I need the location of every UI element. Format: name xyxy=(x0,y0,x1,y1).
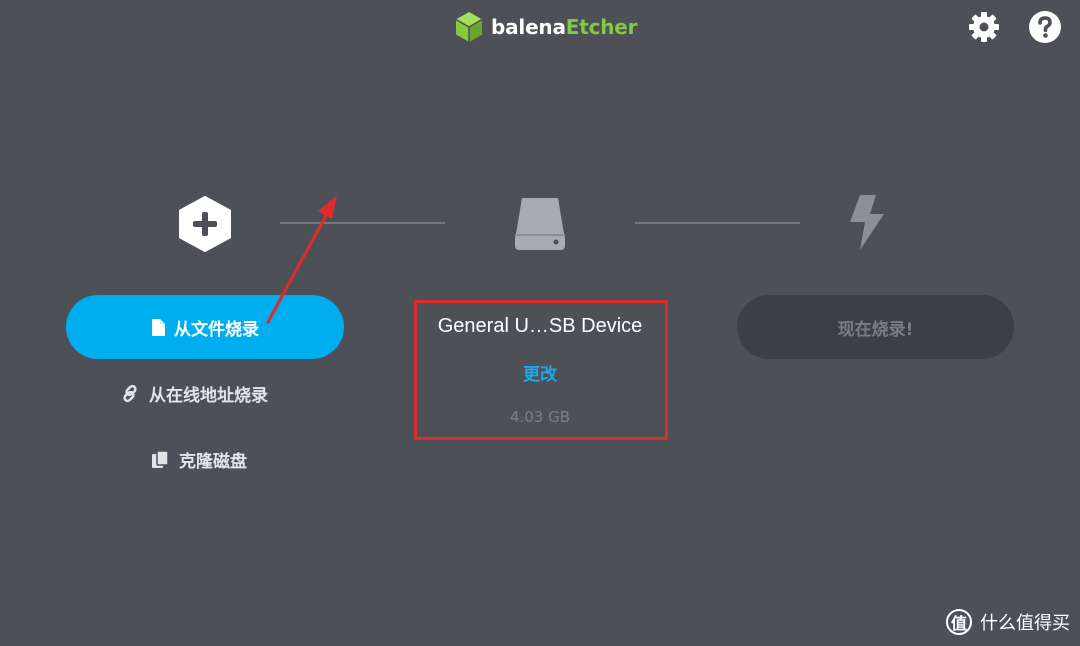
watermark-text: 什么值得买 xyxy=(980,613,1070,634)
clone-drive-button[interactable]: 克隆磁盘 xyxy=(151,447,247,472)
select-drive-step-icon xyxy=(512,194,568,252)
selected-device-name: General U…SB Device xyxy=(437,315,643,337)
clone-drive-label: 克隆磁盘 xyxy=(179,452,247,472)
lightning-icon xyxy=(850,195,884,250)
help-button[interactable] xyxy=(1027,9,1063,45)
flash-from-url-label: 从在线地址烧录 xyxy=(149,386,268,406)
question-icon xyxy=(1029,11,1061,43)
link-icon xyxy=(121,384,140,403)
watermark-badge: 值 xyxy=(946,609,972,635)
change-device-link[interactable]: 更改 xyxy=(420,360,660,385)
flash-step-icon xyxy=(846,192,886,252)
flash-from-url-button[interactable]: 从在线地址烧录 xyxy=(121,381,268,406)
step-connector xyxy=(635,222,800,224)
drive-icon xyxy=(515,198,565,250)
select-image-step-icon[interactable] xyxy=(178,196,232,252)
app-title: balenaEtcher xyxy=(491,15,638,39)
flash-from-file-label: 从文件烧录 xyxy=(174,319,259,340)
balena-cube-icon xyxy=(455,12,483,42)
brand-suffix: Etcher xyxy=(565,15,638,39)
plus-hexagon-icon xyxy=(179,196,231,252)
step-connector xyxy=(280,222,445,224)
gear-icon xyxy=(969,12,999,42)
brand-prefix: balena xyxy=(491,15,566,39)
flash-from-file-button[interactable]: 从文件烧录 xyxy=(66,295,344,359)
copy-icon xyxy=(151,450,170,469)
device-size: 4.03 GB xyxy=(509,408,571,426)
flash-now-label: 现在烧录! xyxy=(837,319,914,340)
watermark: 值 什么值得买 xyxy=(946,606,1070,638)
flash-now-button[interactable]: 现在烧录! xyxy=(737,295,1014,359)
file-icon xyxy=(151,318,165,336)
app-logo: balenaEtcher xyxy=(454,11,638,43)
settings-button[interactable] xyxy=(966,9,1002,45)
